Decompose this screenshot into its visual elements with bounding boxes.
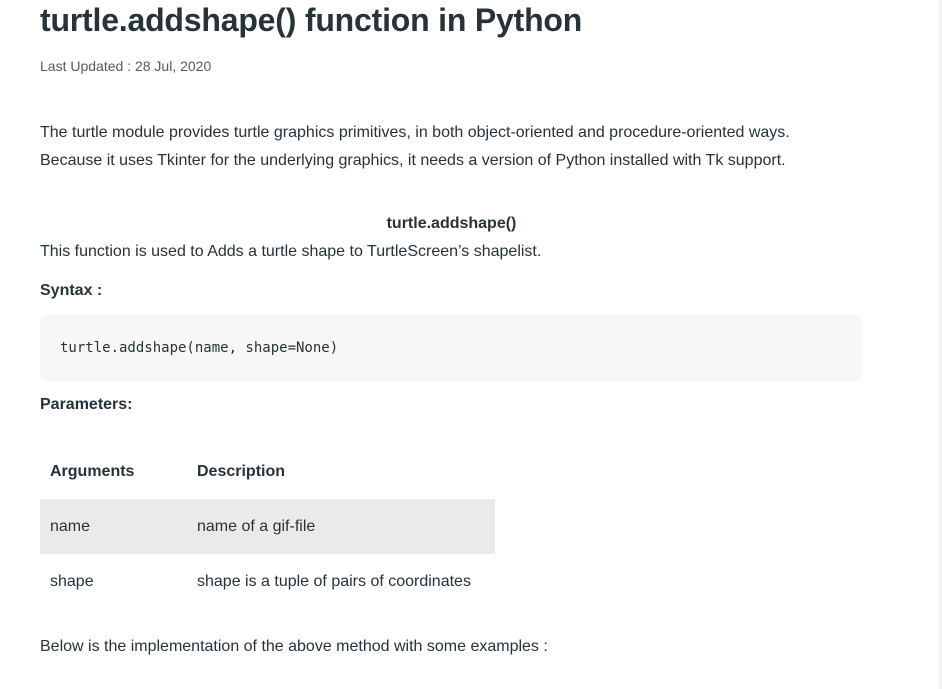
table-cell-argument: shape [50, 572, 94, 590]
table-row: shape shape is a tuple of pairs of coord… [40, 554, 495, 609]
article-title: turtle.addshape() function in Python [40, 2, 583, 38]
function-heading: turtle.addshape() [386, 215, 517, 232]
implementation-intro: Below is the implementation of the above… [40, 638, 548, 655]
table-cell-description: name of a gif-file [187, 499, 495, 554]
column-header-arguments: Arguments [50, 462, 135, 480]
intro-paragraph: The turtle module provides turtle graphi… [40, 124, 790, 169]
syntax-code: turtle.addshape(name, shape=None) [60, 340, 339, 356]
parameters-label: Parameters: [40, 396, 133, 413]
syntax-code-block[interactable]: turtle.addshape(name, shape=None) [40, 315, 863, 381]
table-header-row: Arguments Description [40, 444, 495, 499]
table-cell-argument: name [40, 499, 187, 554]
table-row: name name of a gif-file [40, 499, 495, 554]
parameters-table: Arguments Description name name of a gif… [40, 444, 495, 609]
last-updated-date: Last Updated : 28 Jul, 2020 [40, 58, 212, 74]
syntax-label: Syntax : [40, 282, 103, 299]
function-description: This function is used to Adds a turtle s… [40, 243, 542, 260]
table-cell-description: shape is a tuple of pairs of coordinates [197, 572, 471, 590]
column-header-description: Description [197, 462, 286, 480]
page-edge-shadow [936, 0, 942, 689]
